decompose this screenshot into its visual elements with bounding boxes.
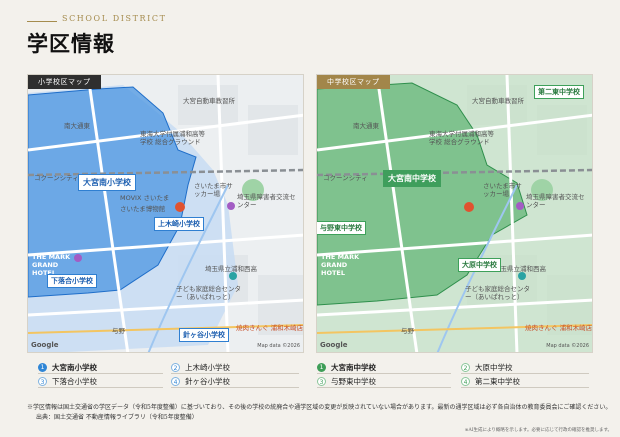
legend-label: 針ヶ谷小学校 xyxy=(185,377,230,386)
disclaimer-note: ※学区情報は国土交通省の学区データ（令和5年度整備）に基づいており、その後の学校… xyxy=(27,404,612,411)
map-label: 焼肉きんぐ 浦和木崎店 xyxy=(525,324,593,332)
map-label: コクーンシティ xyxy=(323,174,368,182)
map-label: 埼玉県障害者交流センター xyxy=(526,193,585,209)
map-label: 子ども家庭総合センター（あいぱれっと） xyxy=(176,285,241,301)
elementary-map[interactable] xyxy=(28,75,304,353)
map-label: 焼肉きんぐ 浦和木崎店 xyxy=(236,324,304,332)
legend-label: 上木崎小学校 xyxy=(185,363,230,372)
school-label[interactable]: 与野東中学校 xyxy=(317,221,366,235)
school-label-main[interactable]: 大宮南小学校 xyxy=(78,174,136,191)
legend-label: 与野東中学校 xyxy=(331,377,376,386)
legend-item[interactable]: 1 大宮南小学校 xyxy=(38,362,97,373)
map-label: 埼玉県立浦和西高 xyxy=(494,265,546,273)
legend-number: 4 xyxy=(171,377,180,386)
map-label: コクーンシティ xyxy=(34,174,79,182)
map-label: 東海大学付属浦和高等学校 総合グラウンド xyxy=(140,130,205,146)
map-label: 埼玉県障害者交流センター xyxy=(237,193,296,209)
legend-number: 1 xyxy=(38,363,47,372)
junior-high-school-map-panel[interactable]: 中学校区マップ 大宮自動車教習所 南大通東 東海大学付属浦和高等学校 総合グラウ… xyxy=(316,74,593,353)
section-label: SCHOOL DISTRICT xyxy=(62,14,167,23)
map-label: 大宮自動車教習所 xyxy=(183,97,235,105)
legend-item[interactable]: 4 第二東中学校 xyxy=(461,376,520,387)
legend-item[interactable]: 1 大宮南中学校 xyxy=(317,362,376,373)
school-label-main[interactable]: 大宮南中学校 xyxy=(383,170,441,187)
map-label: MOVIX さいたま xyxy=(120,194,170,202)
legend-label: 第二東中学校 xyxy=(475,377,520,386)
divider xyxy=(171,387,299,388)
divider xyxy=(461,373,589,374)
map-label: 与野 xyxy=(112,327,125,335)
ai-note: ※AI生成により概略を示します。必要に応じて行政の確認を推奨します。 xyxy=(464,428,612,433)
school-label[interactable]: 針ヶ谷小学校 xyxy=(179,328,229,342)
legend-item[interactable]: 4 針ヶ谷小学校 xyxy=(171,376,230,387)
junior-high-map[interactable] xyxy=(317,75,593,353)
legend-label: 大宮南小学校 xyxy=(52,363,97,372)
source-note: 出典：国土交通省 不動産情報ライブラリ（令和5年度整備） xyxy=(36,414,198,421)
map-label: 埼玉県立浦和西高 xyxy=(205,265,257,273)
section-rule xyxy=(27,21,57,22)
legend-item[interactable]: 3 下落合小学校 xyxy=(38,376,97,387)
legend-number: 1 xyxy=(317,363,326,372)
school-label[interactable]: 上木崎小学校 xyxy=(154,217,204,231)
map-attribution: Map data ©2026 xyxy=(257,343,300,349)
map-label: 南大通東 xyxy=(64,122,90,130)
map-label: THE MARK GRAND HOTEL xyxy=(321,253,360,277)
legend-number: 2 xyxy=(461,363,470,372)
pin-icon xyxy=(464,202,474,212)
school-label[interactable]: 大原中学校 xyxy=(458,258,501,272)
map-label: 東海大学付属浦和高等学校 総合グラウンド xyxy=(429,130,494,146)
page-title: 学区情報 xyxy=(27,32,115,56)
google-logo: Google xyxy=(31,341,59,349)
google-logo: Google xyxy=(320,341,348,349)
map-attribution: Map data ©2026 xyxy=(546,343,589,349)
divider xyxy=(317,373,451,374)
map-label: 与野 xyxy=(401,327,414,335)
pin-icon xyxy=(175,202,185,212)
map-label: 大宮自動車教習所 xyxy=(472,97,524,105)
map-tag: 中学校区マップ xyxy=(317,75,390,89)
elementary-school-map-panel[interactable]: 小学校区マップ 大宮自動車教習所 南大通東 東海大学付属浦和高等学校 総合グラウ… xyxy=(27,74,304,353)
legend-label: 大原中学校 xyxy=(475,363,513,372)
divider xyxy=(171,373,299,374)
legend-label: 下落合小学校 xyxy=(52,377,97,386)
legend-label: 大宮南中学校 xyxy=(331,363,376,372)
divider xyxy=(317,387,451,388)
legend-number: 2 xyxy=(171,363,180,372)
legend-item[interactable]: 3 与野東中学校 xyxy=(317,376,376,387)
legend-number: 3 xyxy=(38,377,47,386)
map-label: さいたま市サッカー場 xyxy=(194,182,233,198)
map-label: さいたま市サッカー場 xyxy=(483,182,522,198)
legend-item[interactable]: 2 大原中学校 xyxy=(461,362,513,373)
map-label: 子ども家庭総合センター（あいぱれっと） xyxy=(465,285,530,301)
legend-item[interactable]: 2 上木崎小学校 xyxy=(171,362,230,373)
map-label: 南大通東 xyxy=(353,122,379,130)
school-label[interactable]: 第二東中学校 xyxy=(534,85,584,99)
legend-number: 4 xyxy=(461,377,470,386)
school-label[interactable]: 下落合小学校 xyxy=(47,274,97,288)
legend-number: 3 xyxy=(317,377,326,386)
map-label: さいたま博物館 xyxy=(120,205,166,213)
divider xyxy=(38,373,163,374)
divider xyxy=(461,387,589,388)
map-tag: 小学校区マップ xyxy=(28,75,101,89)
divider xyxy=(38,387,163,388)
